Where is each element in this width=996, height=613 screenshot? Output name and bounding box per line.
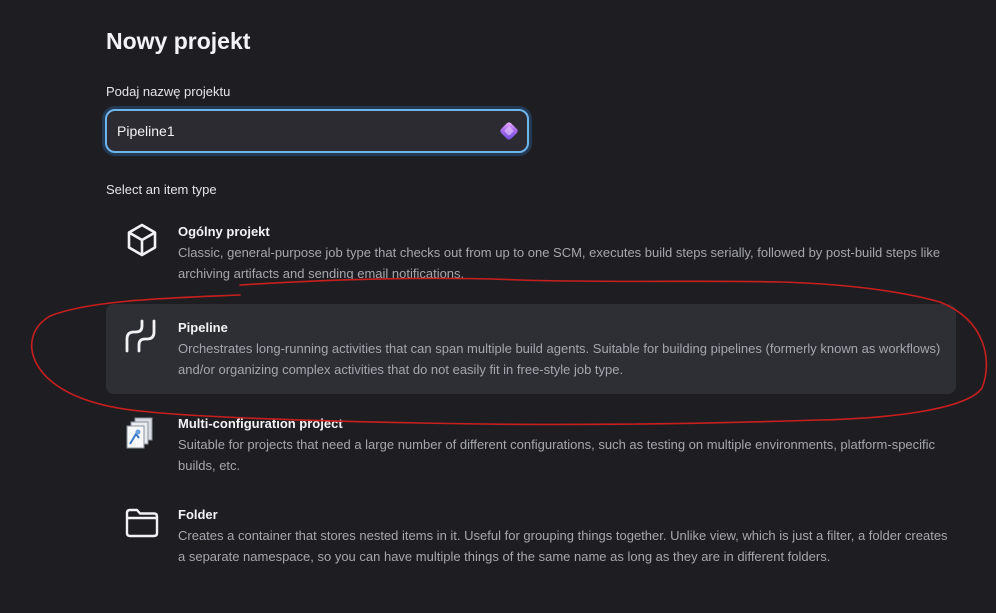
item-type-name: Folder	[178, 507, 218, 522]
item-type-label: Select an item type	[106, 182, 217, 197]
item-type-freestyle[interactable]: Ogólny projekt Classic, general-purpose …	[106, 212, 956, 296]
item-type-multi-configuration[interactable]: Multi-configuration project Suitable for…	[106, 404, 956, 488]
item-name-field-container[interactable]	[105, 109, 529, 153]
new-item-page: Nowy projekt Podaj nazwę projektu Select…	[0, 0, 996, 613]
gem-icon[interactable]	[498, 120, 520, 142]
item-type-pipeline[interactable]: Pipeline Orchestrates long-running activ…	[106, 304, 956, 394]
item-type-folder[interactable]: Folder Creates a container that stores n…	[106, 495, 956, 595]
item-type-name: Ogólny projekt	[178, 224, 270, 239]
item-type-description: Suitable for projects that need a large …	[178, 437, 936, 473]
item-name-label: Podaj nazwę projektu	[106, 84, 231, 99]
page-title: Nowy projekt	[106, 28, 251, 54]
folder-icon	[125, 508, 159, 538]
item-name-input[interactable]	[117, 111, 487, 151]
pipeline-icon	[125, 319, 156, 353]
item-type-description: Classic, general-purpose job type that c…	[178, 245, 941, 281]
item-type-description: Creates a container that stores nested i…	[178, 528, 948, 564]
package-icon	[127, 223, 157, 257]
multi-config-icon	[126, 417, 153, 449]
item-type-description: Orchestrates long-running activities tha…	[178, 341, 941, 377]
item-type-name: Pipeline	[178, 320, 228, 335]
item-type-name: Multi-configuration project	[178, 416, 343, 431]
